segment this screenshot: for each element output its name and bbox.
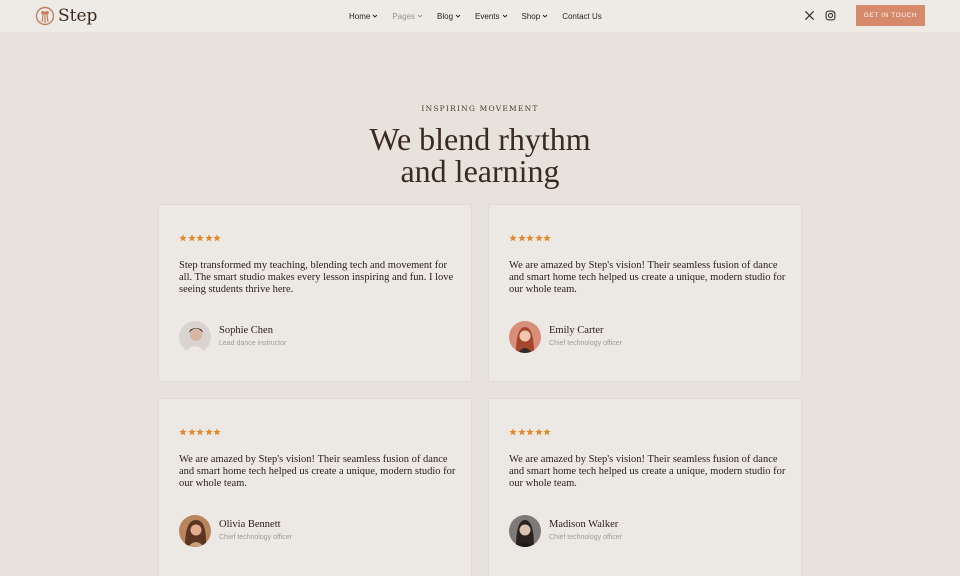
nav-events[interactable]: Events [475, 12, 507, 21]
site-header: Step Home Pages Blog Events Shop Contact… [0, 0, 960, 32]
star-icon [517, 428, 526, 436]
avatar [509, 515, 541, 547]
testimonial-quote: We are amazed by Step's vision! Their se… [509, 454, 786, 489]
nav-blog[interactable]: Blog [437, 12, 461, 21]
author-name: Olivia Bennett [219, 519, 281, 530]
star-icon [187, 428, 196, 436]
nav-label: Pages [392, 11, 416, 21]
testimonial-card: We are amazed by Step's vision! Their se… [488, 204, 802, 382]
star-rating [509, 234, 551, 242]
chevron-down-icon [542, 14, 548, 18]
brand-name: Step [58, 6, 98, 26]
nav-pages[interactable]: Pages [392, 12, 423, 21]
section-eyebrow: INSPIRING MOVEMENT [421, 104, 539, 113]
nav-home[interactable]: Home [349, 12, 378, 21]
author-name: Madison Walker [549, 519, 619, 530]
chevron-down-icon [502, 14, 507, 18]
avatar [179, 321, 211, 353]
star-icon [517, 234, 526, 242]
author-name: Emily Carter [549, 325, 604, 336]
star-icon [179, 234, 187, 242]
section-headline: We blend rhythm and learning [0, 123, 960, 187]
star-icon [509, 234, 517, 242]
avatar [509, 321, 541, 353]
headline-line-2: and learning [400, 153, 560, 189]
nav-label: Home [349, 11, 371, 21]
star-icon [526, 428, 534, 436]
logo-icon [35, 6, 55, 26]
star-icon [196, 234, 204, 242]
star-icon [534, 428, 543, 436]
star-icon [526, 234, 534, 242]
star-icon [509, 428, 517, 436]
nav-contact-us[interactable]: Contact Us [562, 12, 602, 21]
star-icon [534, 234, 543, 242]
star-icon [187, 234, 196, 242]
nav-label: Contact Us [562, 11, 602, 21]
star-icon [213, 234, 221, 242]
star-icon [213, 428, 221, 436]
star-icon [543, 428, 551, 436]
testimonial-card: We are amazed by Step's vision! Their se… [488, 398, 802, 576]
instagram-icon[interactable] [825, 10, 836, 21]
author-role: Chief technology officer [219, 534, 293, 541]
author-name: Sophie Chen [219, 325, 273, 336]
brand-logo[interactable]: Step [35, 4, 97, 28]
star-rating [509, 428, 551, 436]
nav-shop[interactable]: Shop [522, 12, 549, 21]
testimonial-quote: We are amazed by Step's vision! Their se… [509, 260, 786, 295]
headline-line-1: We blend rhythm [369, 121, 591, 157]
star-icon [179, 428, 187, 436]
star-icon [204, 234, 213, 242]
star-rating [179, 428, 221, 436]
chevron-down-icon [417, 14, 423, 18]
testimonial-quote: We are amazed by Step's vision! Their se… [179, 454, 456, 489]
get-in-touch-button[interactable]: GET IN TOUCH [856, 5, 925, 26]
chevron-down-icon [455, 14, 461, 18]
star-icon [543, 234, 551, 242]
social-links [804, 10, 836, 21]
nav-label: Events [475, 11, 500, 21]
nav-label: Blog [437, 11, 454, 21]
x-icon[interactable] [804, 10, 815, 21]
author-role: Chief technology officer [549, 534, 623, 541]
testimonial-quote: Step transformed my teaching, blending t… [179, 260, 454, 295]
star-rating [179, 234, 221, 242]
main-nav: Home Pages Blog Events Shop Contact Us [349, 0, 602, 32]
avatar [179, 515, 211, 547]
testimonial-card: We are amazed by Step's vision! Their se… [158, 398, 472, 576]
star-icon [196, 428, 204, 436]
testimonial-card: Step transformed my teaching, blending t… [158, 204, 472, 382]
author-role: Lead dance instructor [219, 340, 287, 347]
chevron-down-icon [373, 14, 378, 18]
nav-label: Shop [521, 11, 541, 21]
star-icon [204, 428, 213, 436]
author-role: Chief technology officer [549, 340, 623, 347]
